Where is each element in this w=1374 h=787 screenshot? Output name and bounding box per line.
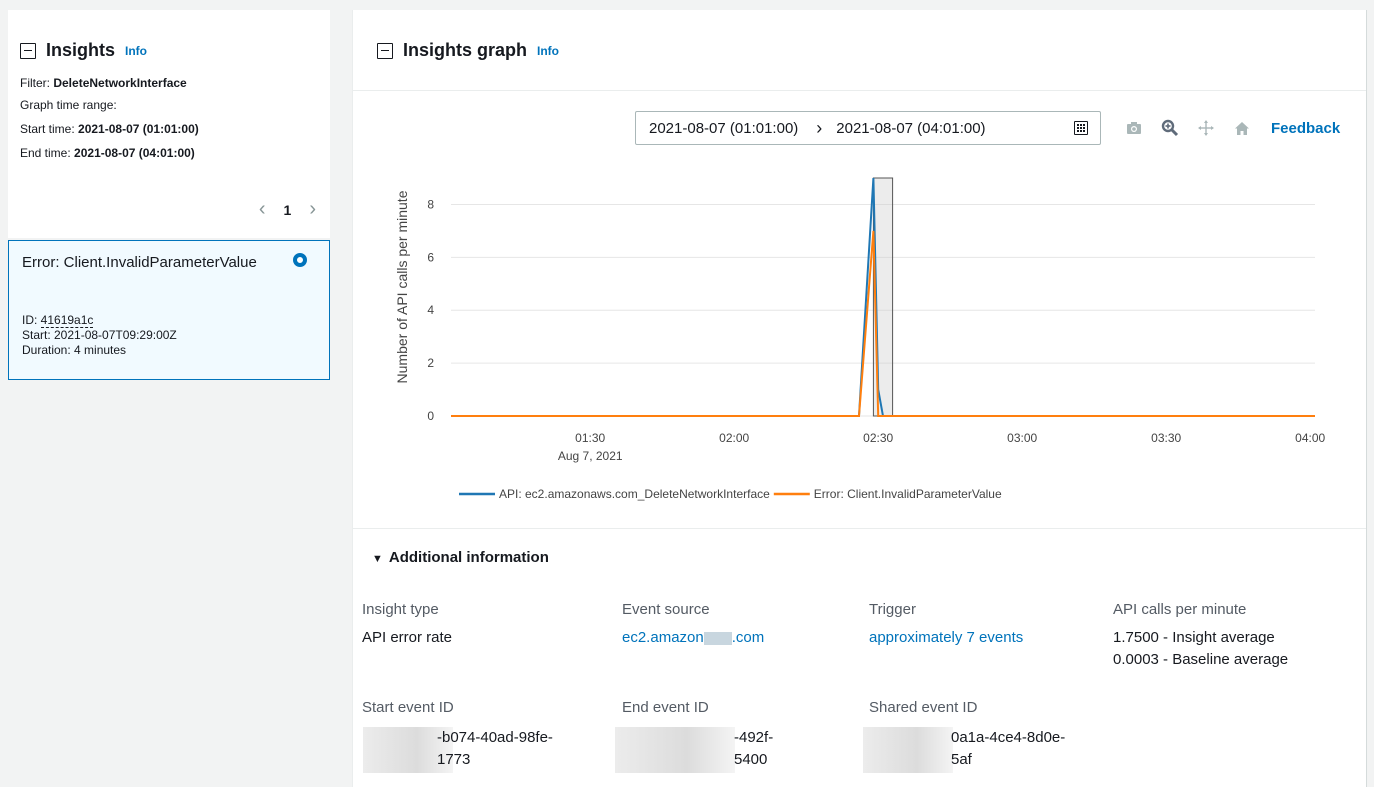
insight-card-meta: ID: 41619a1c Start: 2021-08-07T09:29:00Z…: [22, 313, 177, 358]
chevron-left-icon[interactable]: ‹: [259, 198, 266, 221]
graph-title-row: Insights graph Info: [377, 40, 559, 61]
end-time-line: End time: 2021-08-07 (04:01:00): [20, 144, 195, 163]
y-tick-label: 0: [427, 409, 434, 423]
shared-event-line2: 5af: [951, 751, 972, 768]
start-event-line1: -b074-40ad-98fe-: [437, 729, 553, 746]
event-source-link[interactable]: ec2.amazon .com: [622, 627, 764, 649]
insight-type-label: Insight type: [362, 601, 439, 618]
graph-title: Insights graph: [403, 40, 528, 60]
start-time-line: Start time: 2021-08-07 (01:01:00): [20, 120, 199, 139]
insight-duration: Duration: 4 minutes: [22, 343, 127, 357]
info-link[interactable]: Info: [537, 44, 559, 58]
range-end: 2021-08-07 (04:01:00): [836, 119, 986, 137]
shared-event-line1: 0a1a-4ce4-8d0e-: [951, 729, 1066, 746]
event-source-label: Event source: [622, 601, 710, 618]
start-time-value: 2021-08-07 (01:01:00): [78, 122, 199, 136]
trigger-link[interactable]: approximately 7 events: [869, 627, 1023, 649]
x-tick-label: 03:00: [1007, 431, 1037, 445]
end-event-field: End event ID: [622, 697, 709, 719]
insights-title-row: Insights Info: [20, 40, 147, 61]
home-icon[interactable]: [1231, 118, 1253, 138]
y-tick-label: 2: [427, 356, 434, 370]
start-event-value[interactable]: -b074-40ad-98fe- 1773: [437, 727, 553, 771]
start-event-label: Start event ID: [362, 699, 454, 716]
chart-toolbar: Feedback: [1123, 118, 1340, 138]
start-time-label: Start time:: [20, 122, 75, 136]
graph-header: Insights graph Info: [353, 10, 1366, 91]
trigger-field: Trigger approximately 7 events: [869, 599, 1023, 649]
redacted-block: [703, 631, 732, 645]
start-event-field: Start event ID: [362, 697, 454, 719]
trigger-label: Trigger: [869, 601, 916, 618]
event-source-field: Event source ec2.amazon .com: [622, 599, 764, 649]
insight-type-value: API error rate: [362, 629, 453, 646]
y-tick-label: 8: [427, 197, 434, 211]
insights-header: Insights Info Filter: DeleteNetworkInter…: [8, 10, 330, 238]
end-time-label: End time:: [20, 146, 71, 160]
end-event-label: End event ID: [622, 699, 709, 716]
api-calls-label: API calls per minute: [1113, 601, 1247, 618]
range-label: Graph time range:: [20, 98, 117, 112]
redacted-block: [863, 727, 953, 773]
end-time-value: 2021-08-07 (04:01:00): [74, 146, 195, 160]
additional-information-toggle[interactable]: ▼ Additional information: [372, 549, 549, 566]
additional-information: ▼ Additional information Insight type API…: [353, 528, 1366, 787]
additional-information-title: Additional information: [388, 549, 549, 566]
filter-value: DeleteNetworkInterface: [53, 76, 187, 90]
insight-id-label: ID:: [22, 313, 41, 327]
shared-event-value[interactable]: 0a1a-4ce4-8d0e- 5af: [951, 727, 1065, 771]
date-range-picker[interactable]: 2021-08-07 (01:01:00) › 2021-08-07 (04:0…: [635, 111, 1101, 145]
legend-label: API: ec2.amazonaws.com_DeleteNetworkInte…: [499, 487, 770, 501]
insight-start: Start: 2021-08-07T09:29:00Z: [22, 328, 177, 342]
api-calls-field: API calls per minute 1.7500 - Insight av…: [1113, 599, 1288, 671]
redacted-block: [615, 727, 735, 773]
x-tick-sublabel: Aug 7, 2021: [558, 449, 623, 463]
info-link[interactable]: Info: [125, 44, 147, 58]
shared-event-field: Shared event ID: [869, 697, 977, 719]
event-source-pre: ec2.amazon: [622, 629, 704, 646]
insights-chart[interactable]: 0 2 4 6 8 Number of API calls per minute 01:30…: [353, 150, 1363, 520]
api-calls-insight: 1.7500 - Insight average: [1113, 629, 1275, 646]
end-event-value[interactable]: -492f- 5400: [734, 727, 773, 771]
y-axis-label: Number of API calls per minute: [394, 190, 410, 383]
x-tick-label: 02:30: [863, 431, 893, 445]
panel-title: Insights: [46, 40, 116, 60]
event-source-post: .com: [731, 629, 765, 646]
pagination: ‹ 1 ›: [259, 198, 316, 221]
filter-label: Filter:: [20, 76, 50, 90]
insight-card-title: Error: Client.InvalidParameterValue: [22, 254, 257, 271]
x-tick-label: 02:00: [719, 431, 749, 445]
zoom-icon[interactable]: [1159, 118, 1181, 138]
range-start: 2021-08-07 (01:01:00): [649, 119, 799, 137]
caret-down-icon: ▼: [372, 553, 383, 565]
y-tick-label: 4: [427, 303, 434, 317]
calendar-icon[interactable]: [1074, 121, 1088, 135]
x-tick-label: 03:30: [1151, 431, 1181, 445]
x-tick-label: 04:00: [1295, 431, 1325, 445]
legend-label: Error: Client.InvalidParameterValue: [814, 487, 1002, 501]
api-calls-baseline: 0.0003 - Baseline average: [1113, 651, 1289, 668]
end-event-line1: -492f-: [734, 729, 774, 746]
y-tick-label: 6: [427, 250, 434, 264]
collapse-icon[interactable]: [20, 42, 36, 59]
insight-card[interactable]: Error: Client.InvalidParameterValue ID: …: [8, 240, 330, 380]
collapse-icon[interactable]: [377, 42, 393, 59]
x-tick-label: 01:30: [575, 431, 605, 445]
end-event-line2: 5400: [734, 751, 768, 768]
insight-id-value[interactable]: 41619a1c: [40, 313, 94, 328]
insight-type-field: Insight type API error rate: [362, 599, 452, 649]
feedback-link[interactable]: Feedback: [1271, 120, 1340, 137]
shared-event-label: Shared event ID: [869, 699, 978, 716]
chevron-right-icon[interactable]: ›: [309, 198, 316, 221]
page-number[interactable]: 1: [284, 202, 292, 218]
insights-graph-panel: Insights graph Info 2021-08-07 (01:01:00…: [352, 10, 1367, 787]
chevron-right-icon: ›: [816, 117, 823, 138]
radio-selected-icon[interactable]: [293, 253, 307, 267]
filter-line: Filter: DeleteNetworkInterface: [20, 74, 187, 93]
insight-id-line: ID: 41619a1c: [22, 313, 177, 328]
start-event-line2: 1773: [437, 751, 471, 768]
pan-icon[interactable]: [1195, 118, 1217, 138]
insights-panel: Insights Info Filter: DeleteNetworkInter…: [8, 10, 330, 380]
camera-icon[interactable]: [1123, 118, 1145, 138]
